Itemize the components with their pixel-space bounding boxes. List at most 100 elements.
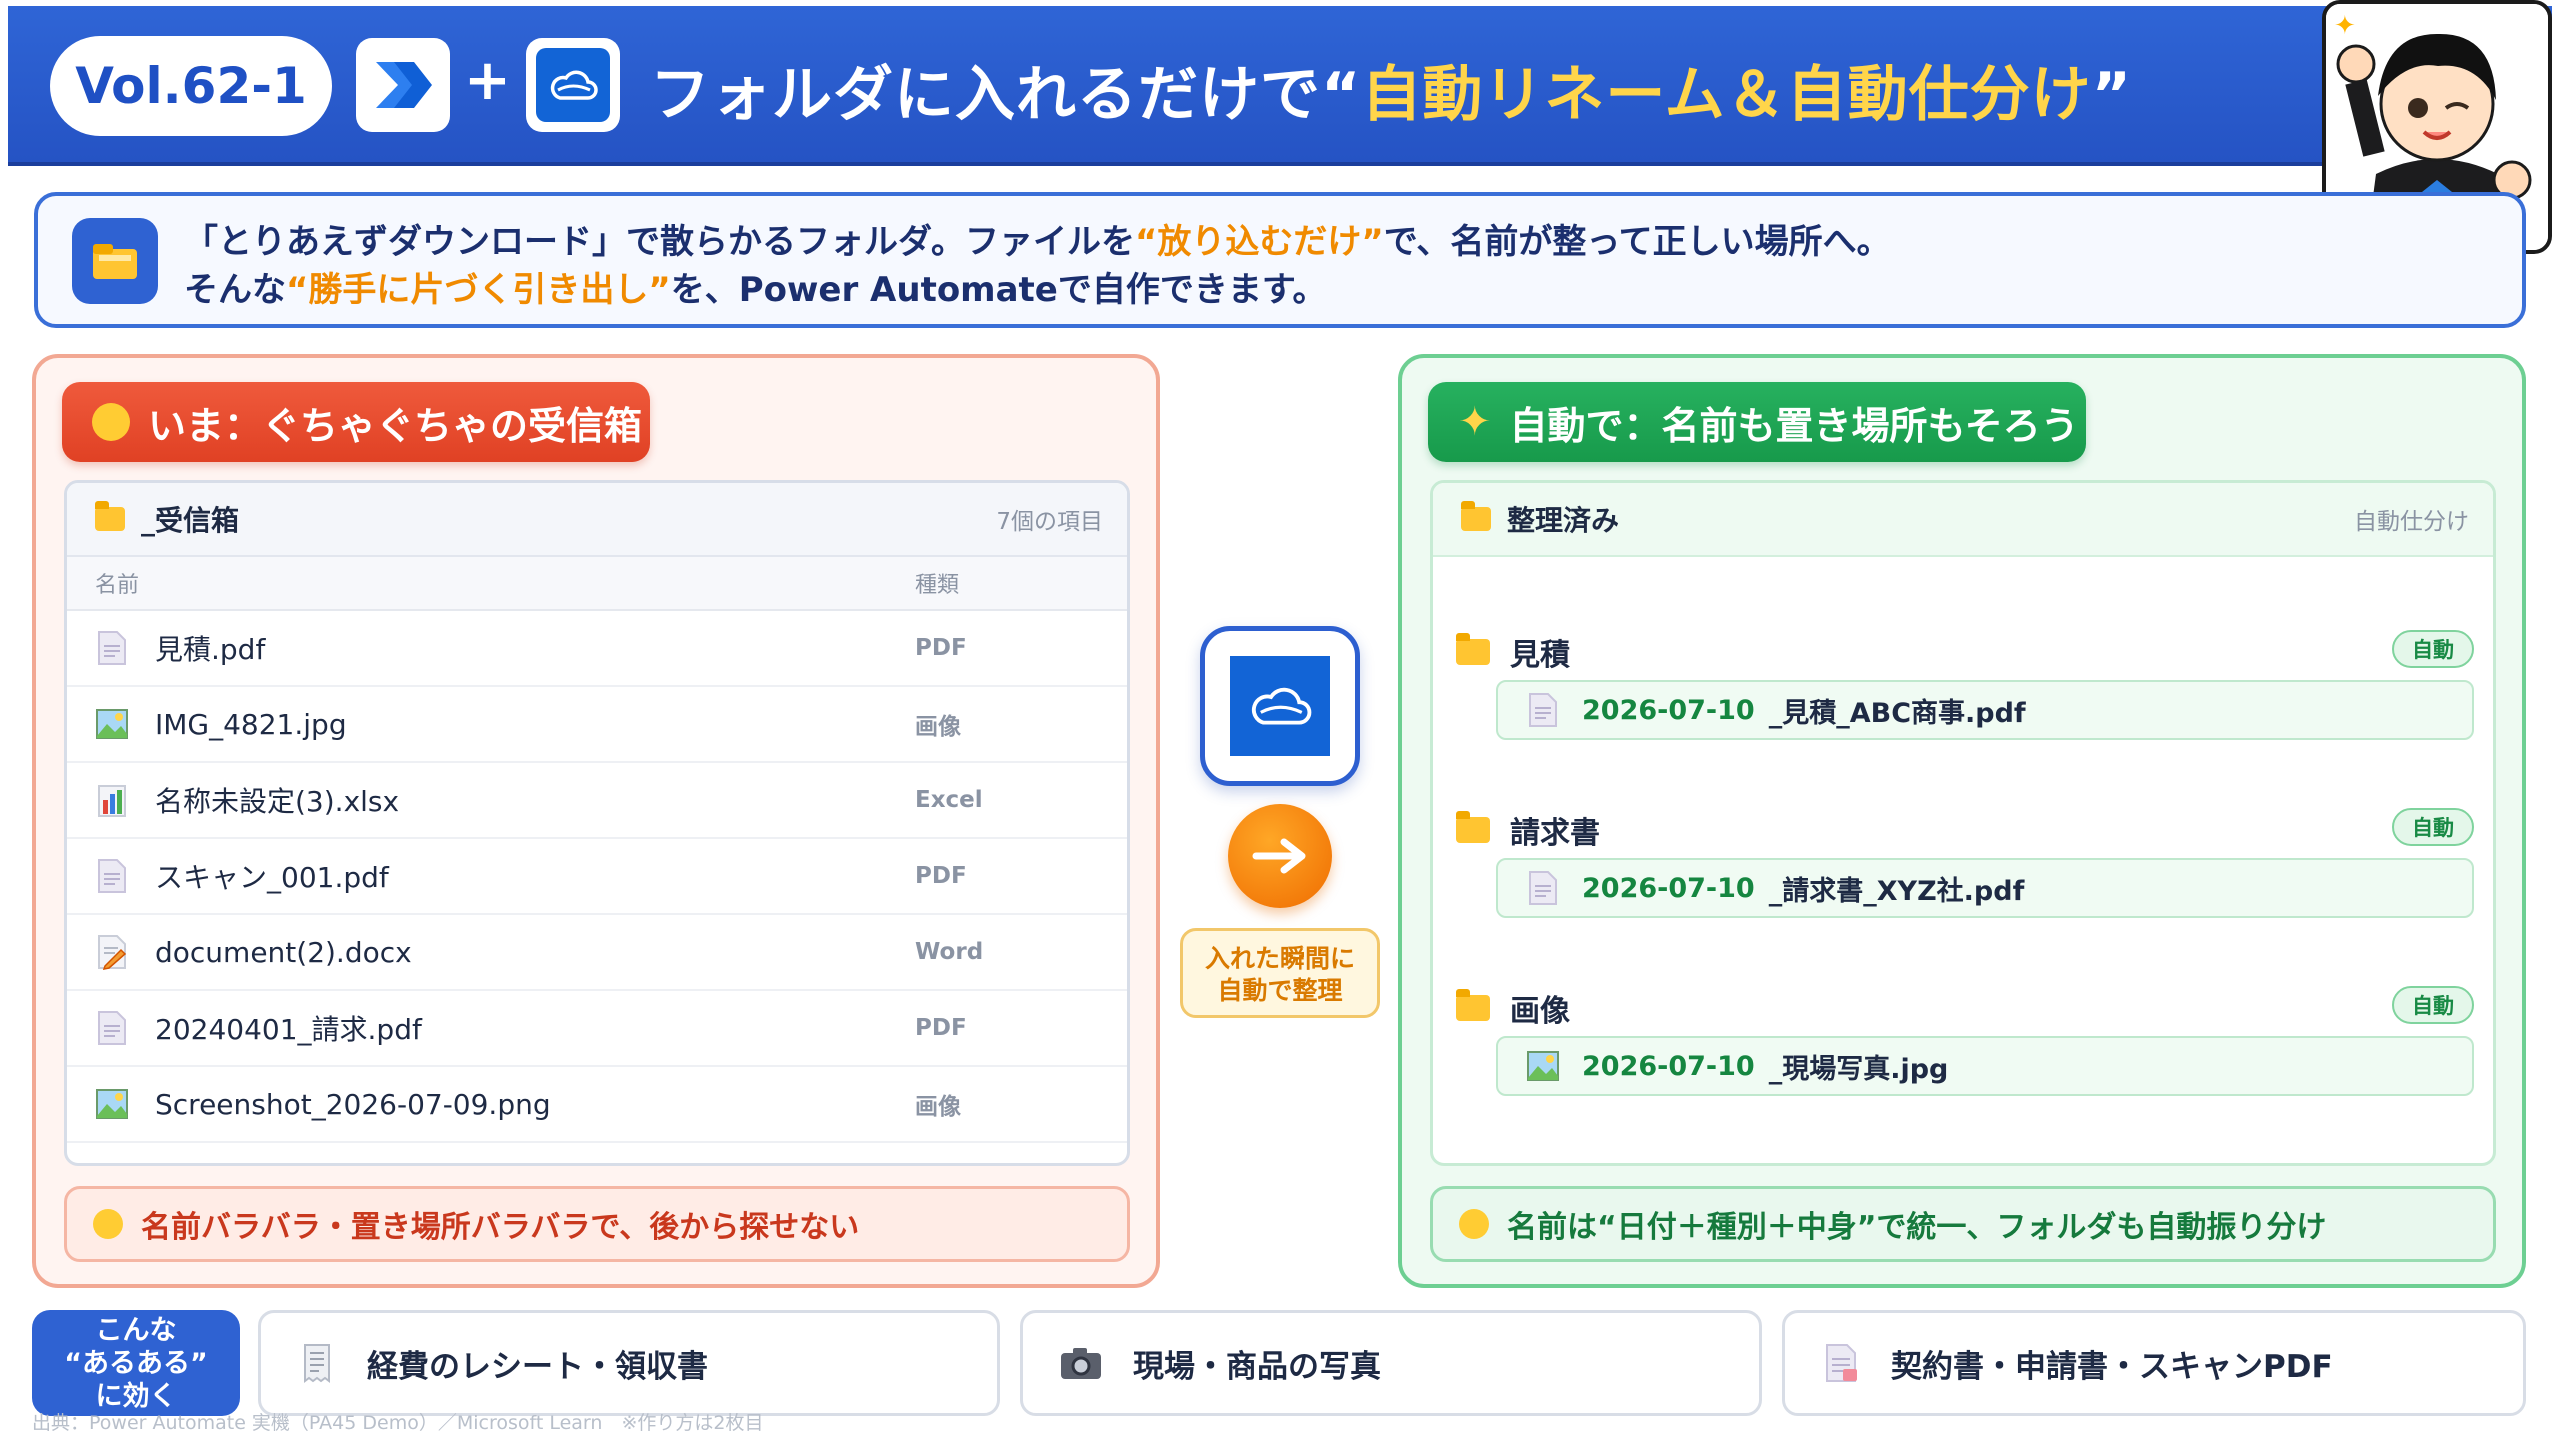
group-seikyusho[interactable]: 請求書 [1456,808,1600,852]
frustrated-face-icon [93,1209,123,1239]
use-case-label: こんな “あるある” に効く [32,1310,240,1416]
image-icon [95,706,129,742]
image-icon [1527,1051,1559,1081]
use-case-line-2: “あるある” [64,1348,208,1379]
file-date: 2026-07-10 [1582,694,1755,726]
file-row[interactable]: 名称未設定(3).xlsx Excel [67,763,1127,839]
camera-icon [1061,1348,1101,1379]
file-name: 20240401_請求.pdf [155,1013,422,1046]
folder-icon [72,218,158,304]
file-name: IMG_4821.jpg [155,707,347,741]
raised-hands-icon [1459,1209,1489,1239]
page-title: フォルダに入れるだけで“自動リネーム＆自動仕分け” [650,60,2133,130]
file-name: 見積.pdf [155,633,266,666]
column-headers: 名前 種類 [67,557,1127,611]
arrow-right-icon [1228,804,1332,908]
file-date: 2026-07-10 [1582,1050,1755,1082]
file-name-cell: 20240401_請求.pdf [95,1008,915,1048]
file-type: 画像 [915,714,961,740]
file-row[interactable]: Screenshot_2026-07-09.png 画像 [67,1067,1127,1143]
pdf-icon [95,630,129,666]
file-name: 名称未設定(3).xlsx [155,785,400,818]
file-name: _現場写真.jpg [1768,1053,1949,1085]
file-row[interactable]: IMG_4821.jpg 画像 [67,687,1127,763]
onedrive-logo [526,38,620,132]
use-case-documents[interactable]: 契約書・申請書・スキャンPDF [1782,1310,2526,1416]
intro-line-2: そんな“勝手に片づく引き出し”を、Power Automateで自作できます。 [184,270,1327,310]
pdf-icon [95,858,129,894]
column-type-header[interactable]: 種類 [915,567,959,599]
file-row[interactable]: 20240401_請求.pdf PDF [67,991,1127,1067]
after-summary-text: 名前は“日付＋種別＋中身”で統一、フォルダも自動振り分け [1507,1210,2327,1245]
use-case-receipts-label: 経費のレシート・領収書 [367,1348,708,1385]
group-title: 見積 [1510,638,1570,673]
after-heading-label: 自動で：名前も置き場所もそろう [1509,403,2079,448]
pdf-icon [1529,693,1557,727]
organized-header: 整理済み 自動仕分け [1433,483,2493,557]
use-case-photos-label: 現場・商品の写真 [1133,1348,1381,1385]
file-name: _請求書_XYZ社.pdf [1768,875,2025,907]
word-icon [95,934,129,970]
auto-badge: 自動 [2392,808,2474,846]
file-row[interactable]: document(2).docx Word [67,915,1127,991]
file-type: 画像 [915,1094,961,1120]
file-type: PDF [915,863,967,889]
dizzy-face-icon [92,403,130,441]
before-summary: 名前バラバラ・置き場所バラバラで、後から探せない [64,1186,1130,1262]
file-type: Excel [915,787,983,813]
sparkles-icon: ✦ [1458,399,1492,445]
renamed-file[interactable]: 2026-07-10 _請求書_XYZ社.pdf [1496,858,2474,918]
folder-icon [1456,633,1490,665]
pdf-icon [95,1010,129,1046]
file-name: _見積_ABC商事.pdf [1768,697,2026,729]
use-case-photos[interactable]: 現場・商品の写真 [1020,1310,1762,1416]
file-date: 2026-07-10 [1582,872,1755,904]
group-gazou[interactable]: 画像 [1456,986,1570,1030]
use-case-line-1: こんな [95,1315,177,1346]
folder-icon [1456,989,1490,1021]
inbox-file-list: _受信箱 7個の項目 名前 種類 見積.pdf PDF IMG_4821.jpg 画像… [64,480,1130,1166]
intro-line-1: 「とりあえずダウンロード」で散らかるフォルダ。ファイルを“放り込むだけ”で、名前… [184,222,1891,262]
organized-folder-name: 整理済み [1507,504,1620,537]
group-title: 請求書 [1510,816,1600,851]
use-case-documents-label: 契約書・申請書・スキャンPDF [1891,1348,2333,1385]
column-name-header[interactable]: 名前 [95,567,915,599]
file-name-cell: document(2).docx [95,934,915,970]
after-summary: 名前は“日付＋種別＋中身”で統一、フォルダも自動振り分け [1430,1186,2496,1262]
inbox-folder-name: _受信箱 [141,504,240,537]
power-automate-logo [356,38,450,132]
group-mitsumori[interactable]: 見積 [1456,630,1570,674]
file-type: PDF [915,1015,967,1041]
receipt-icon [304,1344,330,1383]
volume-badge: Vol.62-1 [50,36,332,136]
excel-icon [95,782,129,818]
use-case-receipts[interactable]: 経費のレシート・領収書 [258,1310,1000,1416]
svg-text:✦: ✦ [2334,11,2356,41]
file-name: スキャン_001.pdf [155,861,389,894]
folder-icon [1456,811,1490,843]
group-title: 画像 [1510,994,1570,1029]
before-summary-text: 名前バラバラ・置き場所バラバラで、後から探せない [141,1210,860,1245]
image-icon [95,1086,129,1122]
before-heading: いま：ぐちゃぐちゃの受信箱 [62,382,650,462]
file-name-cell: IMG_4821.jpg [95,706,915,742]
onedrive-flow-icon [1200,626,1360,786]
file-row[interactable]: 見積.pdf PDF [67,611,1127,687]
renamed-file[interactable]: 2026-07-10 _現場写真.jpg [1496,1036,2474,1096]
file-row[interactable]: スキャン_001.pdf PDF [67,839,1127,915]
plus-sign: + [464,48,511,113]
flow-caption-line-1: 入れた瞬間に [1204,944,1355,973]
file-type: PDF [915,635,967,661]
after-heading: ✦ 自動で：名前も置き場所もそろう [1428,382,2086,462]
file-name-cell: 見積.pdf [95,628,915,668]
file-name-cell: スキャン_001.pdf [95,856,915,896]
pdf-icon [1529,871,1557,905]
file-name-cell: Screenshot_2026-07-09.png [95,1086,915,1122]
folder-icon [1461,501,1491,531]
renamed-file[interactable]: 2026-07-10 _見積_ABC商事.pdf [1496,680,2474,740]
inbox-header: _受信箱 7個の項目 [67,483,1127,557]
source-credit: 出典：Power Automate 実機（PA45 Demo）／Microsof… [32,1412,764,1434]
file-name-cell: 名称未設定(3).xlsx [95,780,915,820]
document-icon [1826,1344,1857,1382]
before-heading-label: いま：ぐちゃぐちゃの受信箱 [148,403,643,448]
